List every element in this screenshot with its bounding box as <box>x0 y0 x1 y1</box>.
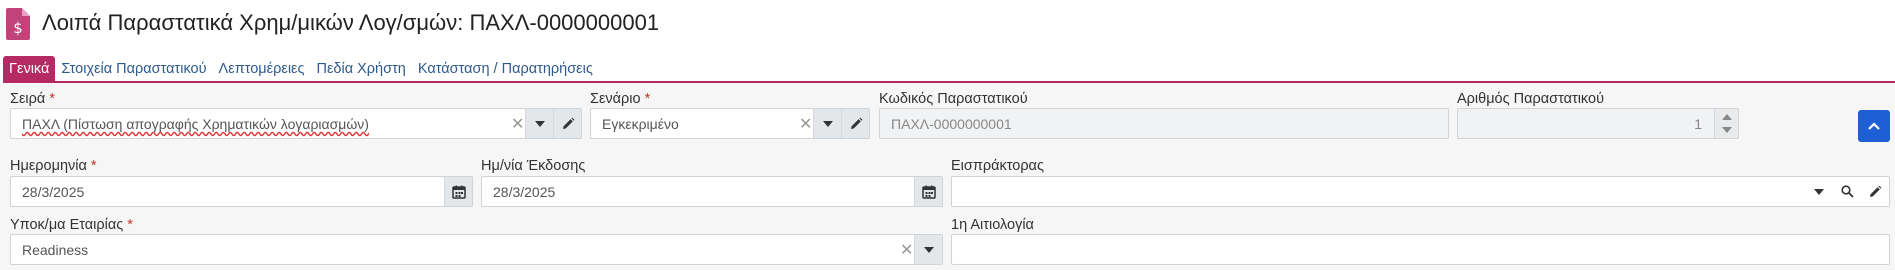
chevron-down-icon[interactable] <box>813 109 841 138</box>
number-stepper[interactable] <box>1714 109 1738 138</box>
issue-date-input[interactable]: 28/3/2025 <box>481 176 943 207</box>
doc-number-label: Αριθμός Παραστατικού <box>1457 91 1604 107</box>
series-label-text: Σειρά <box>10 91 46 107</box>
issue-date-label: Ημ/νία Έκδοσης <box>481 158 586 174</box>
scenario-select[interactable]: Εγκεκριμένο ✕ <box>590 108 870 139</box>
clear-icon[interactable]: ✕ <box>511 114 524 134</box>
branch-select[interactable]: Readiness ✕ <box>10 234 943 265</box>
edit-icon[interactable] <box>553 109 581 138</box>
required-mark: * <box>127 217 133 233</box>
stepper-up-icon[interactable] <box>1722 114 1732 120</box>
tab-general[interactable]: Γενικά <box>3 56 56 82</box>
doc-code-label: Κωδικός Παραστατικού <box>879 91 1028 107</box>
scenario-label: Σενάριο * <box>590 91 650 107</box>
date-label-text: Ημερομηνία <box>10 158 87 174</box>
scenario-label-text: Σενάριο <box>590 91 641 107</box>
series-label: Σειρά * <box>10 91 55 107</box>
tab-status-notes[interactable]: Κατάσταση / Παρατηρήσεις <box>412 56 599 82</box>
stepper-down-icon[interactable] <box>1722 127 1732 133</box>
doc-number-field[interactable]: 1 <box>1457 108 1739 139</box>
issue-date-value: 28/3/2025 <box>493 184 556 200</box>
branch-label-text: Υποκ/μα Εταιρίας <box>10 217 124 233</box>
date-value: 28/3/2025 <box>22 184 85 200</box>
doc-number-value: 1 <box>1694 116 1702 132</box>
search-icon[interactable] <box>1833 177 1861 206</box>
reason1-label: 1η Αιτιολογία <box>951 217 1034 233</box>
chevron-down-icon[interactable] <box>1805 177 1833 206</box>
collector-select[interactable] <box>951 176 1890 207</box>
edit-icon[interactable] <box>1861 177 1889 206</box>
series-select[interactable]: ΠΑΧΛ (Πίστωση απογραφής Χρηματικών λογαρ… <box>10 108 582 139</box>
calendar-icon[interactable] <box>914 177 942 206</box>
chevron-down-icon[interactable] <box>525 109 553 138</box>
tab-document-details[interactable]: Στοιχεία Παραστατικού <box>55 56 212 82</box>
collapse-button[interactable] <box>1858 110 1890 142</box>
scenario-value: Εγκεκριμένο <box>602 116 679 132</box>
page-header: $ Λοιπά Παραστατικά Χρημ/μικών Λογ/σμών:… <box>0 0 1895 50</box>
clear-icon[interactable]: ✕ <box>900 240 913 260</box>
series-value: ΠΑΧΛ (Πίστωση απογραφής Χρηματικών λογαρ… <box>22 116 369 132</box>
required-mark: * <box>49 91 55 107</box>
branch-value: Readiness <box>22 242 89 258</box>
chevron-down-icon[interactable] <box>914 235 942 264</box>
chevron-up-icon <box>1868 122 1880 130</box>
svg-text:$: $ <box>13 19 23 37</box>
tab-user-fields[interactable]: Πεδία Χρήστη <box>311 56 412 82</box>
page-title: Λοιπά Παραστατικά Χρημ/μικών Λογ/σμών: Π… <box>42 10 660 35</box>
doc-code-field: ΠΑΧΛ-0000000001 <box>879 108 1449 139</box>
required-mark: * <box>90 158 97 174</box>
general-form: Σειρά * Σενάριο * Κωδικός Παραστατικού Α… <box>0 83 1895 270</box>
collector-label: Εισπράκτορας <box>951 158 1044 174</box>
required-mark: * <box>644 91 651 107</box>
tab-details[interactable]: Λεπτομέρειες <box>213 56 311 82</box>
tab-bar: Γενικά Στοιχεία Παραστατικού Λεπτομέρειε… <box>3 56 599 82</box>
calendar-icon[interactable] <box>444 177 472 206</box>
date-label: Ημερομηνία * <box>10 158 97 174</box>
date-input[interactable]: 28/3/2025 <box>10 176 473 207</box>
edit-icon[interactable] <box>841 109 869 138</box>
branch-label: Υποκ/μα Εταιρίας * <box>10 217 133 233</box>
reason1-input[interactable] <box>951 234 1890 265</box>
clear-icon[interactable]: ✕ <box>799 114 812 134</box>
doc-code-value: ΠΑΧΛ-0000000001 <box>891 116 1012 132</box>
document-dollar-icon: $ <box>6 8 30 40</box>
